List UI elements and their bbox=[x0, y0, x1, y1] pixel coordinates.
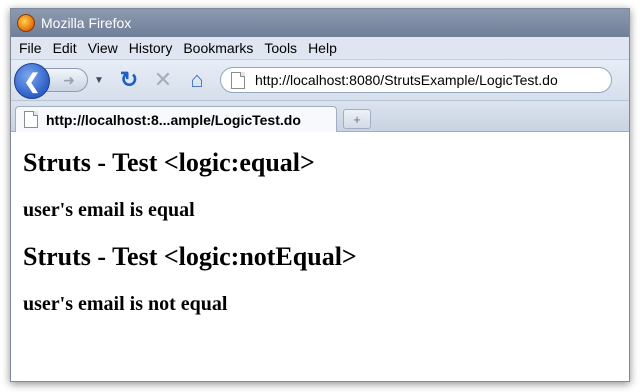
menu-history[interactable]: History bbox=[125, 40, 180, 56]
plus-icon: + bbox=[353, 111, 361, 127]
title-bar: Mozilla Firefox bbox=[11, 9, 629, 37]
tab-title: http://localhost:8...ample/LogicTest.do bbox=[46, 111, 301, 128]
address-bar[interactable]: http://localhost:8080/StrutsExample/Logi… bbox=[220, 67, 612, 93]
menu-help[interactable]: Help bbox=[304, 40, 344, 56]
browser-window: Mozilla Firefox File Edit View History B… bbox=[10, 8, 630, 382]
page-icon bbox=[231, 71, 245, 89]
tab-page-icon bbox=[24, 111, 38, 128]
back-button[interactable]: ❮ bbox=[14, 63, 50, 99]
menu-tools[interactable]: Tools bbox=[260, 40, 304, 56]
window-title: Mozilla Firefox bbox=[41, 15, 132, 31]
menu-bar: File Edit View History Bookmarks Tools H… bbox=[11, 37, 629, 60]
heading-logic-notequal: Struts - Test <logic:notEqual> bbox=[23, 242, 357, 271]
menu-edit[interactable]: Edit bbox=[49, 40, 84, 56]
url-text[interactable]: http://localhost:8080/StrutsExample/Logi… bbox=[255, 72, 558, 88]
text-email-equal: user's email is equal bbox=[23, 199, 195, 221]
history-dropdown-icon[interactable]: ▼ bbox=[92, 74, 106, 86]
heading-logic-equal: Struts - Test <logic:equal> bbox=[23, 148, 315, 177]
firefox-logo-icon bbox=[17, 14, 35, 32]
tab-strip: http://localhost:8...ample/LogicTest.do … bbox=[11, 101, 629, 132]
back-forward-group: ➜ ❮ ▼ bbox=[14, 62, 110, 99]
stop-icon[interactable]: ✕ bbox=[148, 65, 178, 95]
navigation-toolbar: ➜ ❮ ▼ ↻ ✕ ⌂ http://localhost:8080/Struts… bbox=[11, 60, 629, 101]
menu-view[interactable]: View bbox=[84, 40, 125, 56]
reload-icon[interactable]: ↻ bbox=[114, 65, 144, 95]
new-tab-button[interactable]: + bbox=[343, 109, 371, 129]
home-icon[interactable]: ⌂ bbox=[182, 65, 212, 95]
tab-active[interactable]: http://localhost:8...ample/LogicTest.do bbox=[15, 106, 337, 132]
page-content: Struts - Test <logic:equal> user's email… bbox=[11, 132, 629, 324]
forward-arrow-icon: ➜ bbox=[63, 71, 75, 88]
text-email-not-equal: user's email is not equal bbox=[23, 293, 228, 315]
back-arrow-icon: ❮ bbox=[23, 70, 41, 93]
menu-bookmarks[interactable]: Bookmarks bbox=[179, 40, 260, 56]
menu-file[interactable]: File bbox=[15, 40, 49, 56]
